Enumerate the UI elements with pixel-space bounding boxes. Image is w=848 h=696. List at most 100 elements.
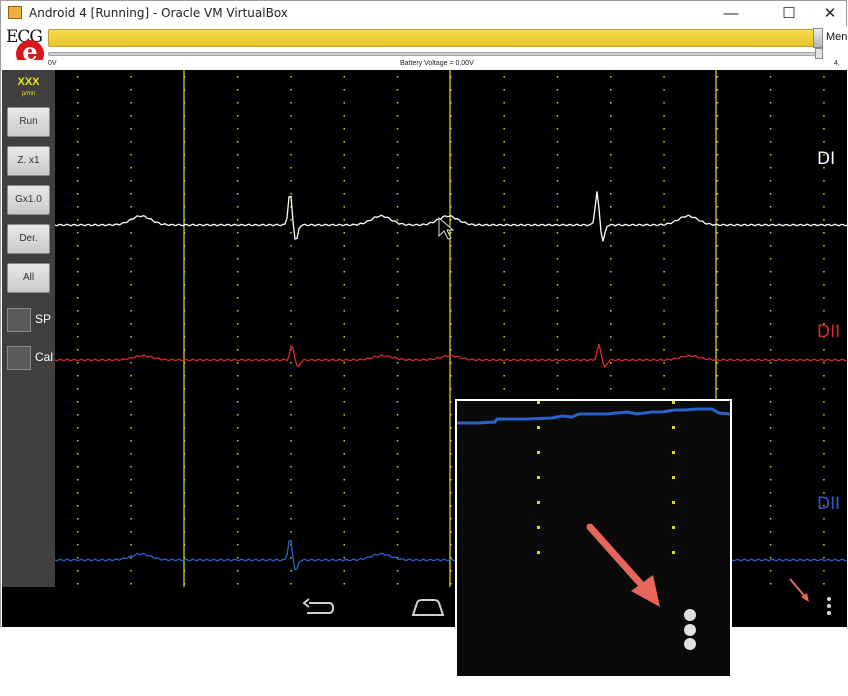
- grid-dot: [396, 349, 399, 351]
- grid-dot: [290, 271, 292, 273]
- grid-dot: [769, 115, 772, 117]
- grid-dot: [396, 76, 399, 78]
- grid-dot: [77, 180, 79, 182]
- grid-dot: [290, 583, 292, 585]
- grid-dot: [343, 401, 345, 403]
- grid-dot: [396, 102, 399, 104]
- derivation-button[interactable]: Der.: [7, 224, 50, 254]
- grid-dot: [290, 258, 292, 260]
- grid-dot: [823, 362, 825, 364]
- grid-dot: [716, 258, 719, 260]
- grid-dot: [130, 336, 132, 338]
- control-sidebar: XXX p/mn Run Z. x1 Gx1.0 Der. All SP Cal: [2, 70, 55, 587]
- grid-dot: [77, 167, 79, 169]
- record-progress-thumb[interactable]: [813, 28, 823, 48]
- grid-dot: [343, 245, 345, 247]
- grid-dot: [556, 128, 559, 130]
- grid-dot: [236, 375, 239, 377]
- grid-dot: [396, 336, 399, 338]
- grid-dot: [343, 349, 345, 351]
- grid-dot: [77, 154, 79, 156]
- grid-dot: [396, 401, 399, 403]
- run-button[interactable]: Run: [7, 107, 50, 137]
- grid-dot: [823, 466, 825, 468]
- gain-button[interactable]: Gx1.0: [7, 185, 50, 215]
- grid-dot: [236, 245, 239, 247]
- grid-dot: [610, 349, 612, 351]
- menu-label[interactable]: Men: [826, 31, 847, 43]
- grid-dot: [396, 583, 399, 585]
- grid-dot: [556, 219, 559, 221]
- lead-label-di: DI: [817, 149, 836, 169]
- zoom-button[interactable]: Z. x1: [7, 146, 50, 176]
- grid-dot: [556, 115, 559, 117]
- grid-dot: [77, 258, 79, 260]
- sp-checkbox[interactable]: [7, 308, 31, 332]
- grid-dot: [343, 193, 345, 195]
- grid-dot: [290, 115, 292, 117]
- cal-checkbox[interactable]: [7, 346, 31, 370]
- grid-dot: [290, 453, 292, 455]
- home-icon[interactable]: [410, 597, 446, 617]
- voltage-slider-thumb[interactable]: [815, 48, 823, 59]
- grid-dot: [823, 219, 825, 221]
- minimize-button[interactable]: —: [708, 1, 754, 26]
- grid-dot: [290, 531, 292, 533]
- grid-dot: [556, 336, 559, 338]
- all-button[interactable]: All: [7, 263, 50, 293]
- grid-dot: [769, 284, 772, 286]
- grid-dot: [343, 284, 345, 286]
- grid-dot: [663, 76, 665, 78]
- grid-dot: [77, 479, 79, 481]
- grid-dot: [823, 388, 825, 390]
- grid-dot: [396, 297, 399, 299]
- grid-dot: [290, 505, 292, 507]
- grid-dot: [396, 219, 399, 221]
- record-progress-bar[interactable]: [48, 29, 823, 47]
- back-icon[interactable]: [301, 597, 335, 619]
- grid-dot: [716, 141, 719, 143]
- grid-dot: [236, 440, 239, 442]
- grid-dot: [663, 271, 665, 273]
- grid-dot: [343, 570, 345, 572]
- grid-dot: [290, 518, 292, 520]
- grid-dot: [236, 180, 239, 182]
- grid-dot: [663, 154, 665, 156]
- grid-dot: [610, 167, 612, 169]
- grid-dot: [396, 141, 399, 143]
- grid-dot: [343, 544, 345, 546]
- grid-dot: [556, 245, 559, 247]
- grid-dot: [77, 557, 79, 559]
- grid-dot: [556, 258, 559, 260]
- grid-dot: [236, 154, 239, 156]
- grid-dot: [77, 128, 79, 130]
- grid-dot: [396, 466, 399, 468]
- grid-dot: [503, 232, 505, 234]
- grid-dot: [77, 310, 79, 312]
- grid-dot: [610, 115, 612, 117]
- grid-dot: [130, 89, 132, 91]
- grid-dot: [610, 102, 612, 104]
- grid-dot: [236, 492, 239, 494]
- grid-dot: [130, 271, 132, 273]
- grid-dot: [396, 453, 399, 455]
- title-bar[interactable]: Android 4 [Running] - Oracle VM VirtualB…: [1, 1, 846, 26]
- grid-dot: [556, 362, 559, 364]
- grid-dot: [663, 310, 665, 312]
- maximize-button[interactable]: ☐: [766, 1, 812, 26]
- grid-dot: [77, 440, 79, 442]
- grid-dot: [290, 414, 292, 416]
- grid-dot: [343, 271, 345, 273]
- grid-dot: [503, 76, 505, 78]
- close-button[interactable]: ✕: [807, 1, 848, 26]
- grid-dot: [769, 323, 772, 325]
- overflow-menu-icon[interactable]: [825, 597, 833, 619]
- grid-dot: [823, 375, 825, 377]
- grid-dot: [343, 76, 345, 78]
- grid-dot: [343, 167, 345, 169]
- grid-dot: [556, 193, 559, 195]
- voltage-slider[interactable]: [48, 52, 820, 56]
- grid-dot: [130, 102, 132, 104]
- grid-dot: [290, 375, 292, 377]
- grid-dot: [716, 323, 719, 325]
